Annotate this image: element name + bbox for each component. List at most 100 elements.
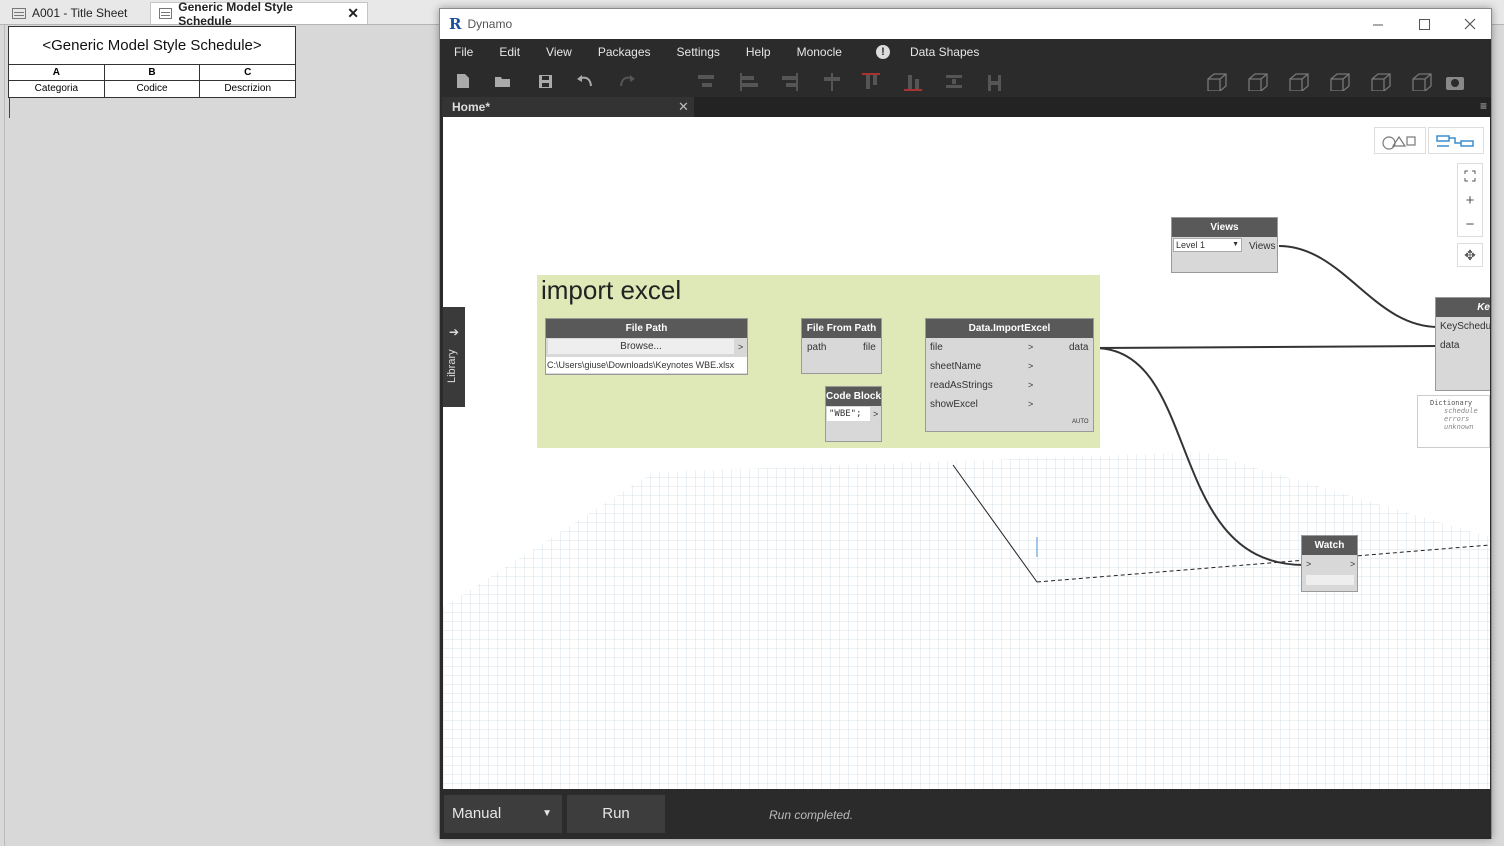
menu-bar: File Edit View Packages Settings Help Mo…	[440, 39, 1491, 65]
zoom-controls: + −	[1457, 163, 1483, 237]
close-icon[interactable]: ✕	[678, 97, 689, 117]
input-port-file[interactable]: file	[930, 342, 943, 353]
geometry-view-toggle[interactable]	[1374, 127, 1426, 154]
menu-help[interactable]: Help	[732, 45, 771, 59]
input-chevron-icon: >	[1306, 559, 1312, 569]
node-title: Ke	[1436, 298, 1490, 317]
browse-button[interactable]: Browse...	[548, 339, 734, 354]
new-file-button[interactable]	[452, 71, 474, 91]
column-header[interactable]: Categoria	[9, 81, 105, 97]
node-watch[interactable]: Watch > >	[1301, 535, 1358, 592]
node-title: File Path	[546, 319, 747, 338]
output-port-data[interactable]: data	[1069, 342, 1088, 353]
chevron-down-icon: ▼	[542, 808, 552, 819]
divider	[9, 98, 10, 118]
node-import-excel[interactable]: Data.ImportExcel file sheetName readAsSt…	[925, 318, 1094, 432]
pan-button[interactable]: ✥	[1457, 243, 1483, 267]
menu-view[interactable]: View	[532, 45, 572, 59]
node-file-path[interactable]: File Path Browse... > C:\Users\giuse\Dow…	[545, 318, 748, 375]
library-panel-toggle[interactable]: ➔ Library	[443, 307, 465, 407]
input-port-path[interactable]: path	[807, 342, 826, 353]
undo-icon	[577, 75, 592, 87]
tab-home[interactable]: Home*	[442, 97, 694, 117]
run-mode-dropdown[interactable]: Manual ▼	[444, 795, 562, 833]
maximize-icon	[1418, 18, 1430, 30]
dictionary-key: errors	[1444, 415, 1470, 423]
minimize-icon	[1372, 24, 1383, 25]
views-dropdown-value: Level 1	[1176, 240, 1206, 250]
arrow-right-icon: ➔	[449, 325, 460, 339]
node-title: Views	[1172, 218, 1277, 237]
node-title: Code Block	[826, 387, 881, 406]
lacing-label: AUTO	[1072, 419, 1089, 425]
close-icon	[1464, 18, 1476, 30]
open-button[interactable]	[492, 71, 514, 91]
file-path-value[interactable]: C:\Users\giuse\Downloads\Keynotes WBE.xl…	[546, 357, 747, 373]
save-button[interactable]	[534, 71, 556, 91]
menu-data-shapes[interactable]: Data Shapes	[910, 45, 979, 59]
zoom-in-button[interactable]: +	[1458, 188, 1482, 212]
input-port-readasstrings[interactable]: readAsStrings	[930, 380, 993, 391]
geometry-view-icon	[1382, 135, 1416, 150]
close-icon[interactable]: ✕	[347, 5, 359, 22]
column-header[interactable]: Codice	[105, 81, 201, 97]
toolbar	[440, 65, 1491, 97]
menu-edit[interactable]: Edit	[485, 45, 520, 59]
zoom-fit-button[interactable]	[1458, 164, 1482, 188]
zoom-out-button[interactable]: −	[1458, 212, 1482, 236]
node-title: File From Path	[802, 319, 881, 338]
column-letter[interactable]: C	[200, 65, 295, 80]
views-dropdown[interactable]: Level 1 ▼	[1173, 238, 1242, 252]
window-title: Dynamo	[467, 17, 513, 31]
fit-icon	[1464, 170, 1476, 182]
column-letter[interactable]: A	[9, 65, 105, 80]
graph-view-toggle[interactable]	[1428, 127, 1484, 154]
chevron-down-icon: ▼	[1232, 241, 1239, 248]
library-label: Library	[446, 349, 458, 383]
run-bar: Manual ▼ Run Run completed.	[440, 789, 1491, 839]
dictionary-key: unknown	[1444, 423, 1474, 431]
minus-icon: −	[1465, 215, 1475, 233]
chevron-icon: >	[1028, 399, 1034, 409]
tab-schedule-label: Generic Model Style Schedule	[178, 0, 293, 28]
graph-view-icon	[1436, 135, 1474, 147]
tab-title-sheet[interactable]: A001 - Title Sheet	[4, 2, 146, 24]
tab-title-sheet-label: A001 - Title Sheet	[32, 6, 128, 20]
menu-settings[interactable]: Settings	[663, 45, 720, 59]
tab-schedule[interactable]: Generic Model Style Schedule ✕	[150, 0, 368, 28]
menu-icon[interactable]: ≡	[1480, 99, 1487, 113]
menu-packages[interactable]: Packages	[584, 45, 651, 59]
alert-icon[interactable]: !	[875, 45, 890, 59]
input-port-keyschedule[interactable]: KeySchedu	[1440, 321, 1490, 332]
menu-monocle[interactable]: Monocle	[783, 45, 842, 59]
input-port-showexcel[interactable]: showExcel	[930, 399, 978, 410]
undo-button[interactable]	[574, 71, 596, 91]
input-port-data[interactable]: data	[1440, 340, 1459, 351]
column-letter[interactable]: B	[105, 65, 201, 80]
schedule-header-row: Categoria Codice Descrizion	[9, 81, 295, 97]
workspace-canvas[interactable]: ➔ Library import excel File Path Browse.…	[443, 117, 1490, 789]
node-views[interactable]: Views Level 1 ▼ Views	[1171, 217, 1278, 273]
output-port-views[interactable]: Views	[1249, 241, 1276, 252]
run-button[interactable]: Run	[567, 795, 665, 833]
redo-button[interactable]	[616, 71, 638, 91]
open-folder-icon	[495, 77, 510, 87]
close-window-button[interactable]	[1447, 9, 1493, 39]
input-port-sheetname[interactable]: sheetName	[930, 361, 981, 372]
plus-icon: +	[1465, 191, 1475, 209]
output-chevron-icon: >	[738, 342, 744, 352]
column-header[interactable]: Descrizion	[200, 81, 295, 97]
node-file-from-path[interactable]: File From Path path file	[801, 318, 882, 374]
workspace-tabs: Home* ✕ ≡	[442, 97, 1491, 117]
maximize-button[interactable]	[1401, 9, 1447, 39]
schedule-title: <Generic Model Style Schedule>	[9, 27, 295, 65]
dictionary-key: schedule	[1444, 407, 1478, 415]
menu-file[interactable]: File	[440, 45, 473, 59]
output-port-file[interactable]: file	[863, 342, 876, 353]
schedule-icon	[159, 8, 173, 19]
dictionary-preview: Dictionary schedule errors unknown	[1417, 395, 1490, 448]
code-editor[interactable]: "WBE";	[827, 407, 870, 421]
minimize-button[interactable]	[1355, 9, 1401, 39]
node-code-block[interactable]: Code Block "WBE"; >	[825, 386, 882, 442]
node-key-schedule[interactable]: Ke KeySchedu data	[1435, 297, 1490, 391]
